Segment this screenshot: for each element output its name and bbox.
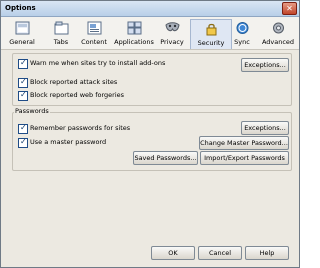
security-lock-icon xyxy=(206,23,217,36)
master-password-label: Use a master password xyxy=(30,138,107,146)
tab-content[interactable]: Content xyxy=(74,19,114,49)
ok-button[interactable]: OK xyxy=(151,246,195,260)
block-forgeries-checkbox[interactable] xyxy=(18,90,28,101)
options-tabbar: General Tabs Content Applications Privac… xyxy=(1,17,299,50)
block-attack-checkbox[interactable] xyxy=(18,77,28,88)
import-export-passwords-button[interactable]: Import/Export Passwords xyxy=(200,151,289,165)
block-forgeries-label: Block reported web forgeries xyxy=(30,91,125,99)
warn-addons-label: Warn me when sites try to install add-on… xyxy=(30,59,166,67)
remember-passwords-checkbox[interactable] xyxy=(18,123,28,134)
tab-sync[interactable]: Sync xyxy=(222,19,262,49)
sync-icon xyxy=(236,22,249,34)
tab-privacy-label: Privacy xyxy=(160,38,184,46)
tab-applications-label: Applications xyxy=(114,38,154,46)
window-title: Options xyxy=(5,4,36,12)
title-bar: Options ✕ xyxy=(1,1,299,17)
privacy-mask-icon xyxy=(165,22,180,32)
saved-passwords-button[interactable]: Saved Passwords... xyxy=(133,151,198,165)
change-master-password-button[interactable]: Change Master Password... xyxy=(199,136,289,150)
passwords-legend: Passwords xyxy=(14,107,50,115)
advanced-gear-icon xyxy=(273,22,284,34)
tab-sync-label: Sync xyxy=(234,38,250,46)
close-button[interactable]: ✕ xyxy=(282,2,297,15)
exceptions-passwords-button[interactable]: Exceptions... xyxy=(241,121,289,135)
tab-content-label: Content xyxy=(81,38,107,46)
tabs-icon xyxy=(54,21,69,35)
tab-advanced[interactable]: Advanced xyxy=(258,19,298,49)
master-password-checkbox[interactable] xyxy=(18,137,28,148)
remember-passwords-label: Remember passwords for sites xyxy=(30,124,131,132)
tab-general-label: General xyxy=(9,38,35,46)
warn-addons-checkbox[interactable] xyxy=(18,58,28,69)
applications-icon xyxy=(127,21,142,35)
block-attack-label: Block reported attack sites xyxy=(30,78,118,86)
options-window: Options ✕ General Tabs Content Applicati… xyxy=(0,0,300,268)
cancel-button[interactable]: Cancel xyxy=(198,246,242,260)
tab-applications[interactable]: Applications xyxy=(114,19,154,49)
exceptions-addons-button[interactable]: Exceptions... xyxy=(241,58,289,72)
help-button[interactable]: Help xyxy=(245,246,289,260)
tab-advanced-label: Advanced xyxy=(261,38,295,46)
tab-privacy[interactable]: Privacy xyxy=(152,19,192,49)
general-icon xyxy=(15,21,30,35)
content-icon xyxy=(87,21,102,35)
tab-general[interactable]: General xyxy=(2,19,42,49)
